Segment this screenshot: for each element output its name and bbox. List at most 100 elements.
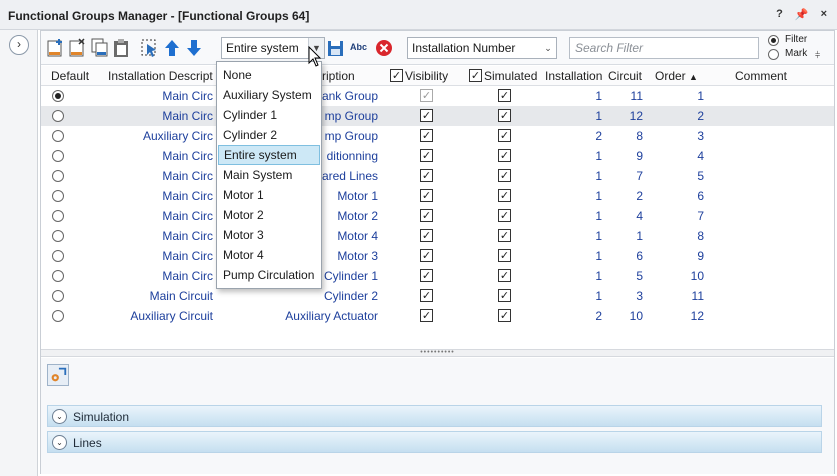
- select-icon[interactable]: [141, 38, 159, 58]
- visibility-checkbox[interactable]: ✓: [420, 269, 433, 282]
- default-radio[interactable]: [52, 190, 64, 202]
- chevron-down-icon[interactable]: ⌄: [52, 435, 67, 450]
- table-row[interactable]: Main Circ Motor 2 ✓ ✓ 1 4 7: [41, 206, 834, 226]
- visibility-checkbox[interactable]: ✓: [420, 309, 433, 322]
- visibility-checkbox[interactable]: ✓: [420, 109, 433, 122]
- search-input[interactable]: Search Filter: [569, 37, 759, 59]
- overflow-icon[interactable]: ⫩: [815, 50, 820, 61]
- expand-panel-button[interactable]: ›: [9, 35, 29, 55]
- copy-icon[interactable]: [91, 38, 109, 58]
- table-row[interactable]: Main Circ mp Group ✓ ✓ 1 12 2: [41, 106, 834, 126]
- col-simulated[interactable]: Simulated: [484, 69, 537, 83]
- simulated-checkbox[interactable]: ✓: [498, 109, 511, 122]
- col-order[interactable]: Order ▲: [655, 69, 698, 83]
- default-radio[interactable]: [52, 150, 64, 162]
- dropdown-option[interactable]: Motor 1: [218, 185, 320, 205]
- table-row[interactable]: Main Circ ank Group ✓ ✓ 1 11 1: [41, 86, 834, 106]
- visibility-checkbox[interactable]: ✓: [420, 129, 433, 142]
- simulated-checkbox[interactable]: ✓: [498, 249, 511, 262]
- abc-rename-button[interactable]: Abc: [350, 42, 367, 52]
- dropdown-option[interactable]: Auxiliary System: [218, 85, 320, 105]
- simulation-panel[interactable]: ⌄ Simulation: [47, 405, 822, 427]
- dropdown-option[interactable]: Pump Circulation: [218, 265, 320, 285]
- delete-group-icon[interactable]: [69, 38, 87, 58]
- dropdown-option[interactable]: Motor 2: [218, 205, 320, 225]
- move-down-icon[interactable]: [185, 38, 203, 58]
- col-circuit[interactable]: Circuit: [608, 69, 642, 83]
- default-radio[interactable]: [52, 90, 64, 102]
- move-up-icon[interactable]: [163, 38, 181, 58]
- save-icon[interactable]: [327, 38, 345, 58]
- default-radio[interactable]: [52, 310, 64, 322]
- default-radio[interactable]: [52, 130, 64, 142]
- dropdown-option[interactable]: Cylinder 1: [218, 105, 320, 125]
- help-button[interactable]: ?: [776, 8, 783, 21]
- table-row[interactable]: Main Circ Motor 4 ✓ ✓ 1 1 8: [41, 226, 834, 246]
- pin-button[interactable]: 📌: [795, 8, 809, 21]
- dropdown-option[interactable]: Motor 4: [218, 245, 320, 265]
- default-radio[interactable]: [52, 230, 64, 242]
- dropdown-option[interactable]: Cylinder 2: [218, 125, 320, 145]
- simulated-checkbox[interactable]: ✓: [498, 189, 511, 202]
- properties-area: ⌄ Simulation ⌄ Lines: [41, 358, 834, 474]
- simulated-checkbox[interactable]: ✓: [498, 289, 511, 302]
- paste-icon[interactable]: [113, 38, 131, 58]
- simulated-checkbox[interactable]: ✓: [498, 89, 511, 102]
- lines-panel[interactable]: ⌄ Lines: [47, 431, 822, 453]
- settings-icon[interactable]: [47, 364, 69, 386]
- simulated-checkbox[interactable]: ✓: [498, 129, 511, 142]
- col-comment[interactable]: Comment: [735, 69, 787, 83]
- table-row[interactable]: Auxiliary Circ mp Group ✓ ✓ 2 8 3: [41, 126, 834, 146]
- col-default[interactable]: Default: [51, 69, 89, 83]
- cancel-icon[interactable]: [375, 38, 393, 58]
- default-radio[interactable]: [52, 290, 64, 302]
- table-row[interactable]: Main Circ Motor 1 ✓ ✓ 1 2 6: [41, 186, 834, 206]
- lines-panel-label: Lines: [73, 436, 102, 450]
- visibility-checkbox[interactable]: ✓: [420, 169, 433, 182]
- mark-radio[interactable]: [768, 49, 779, 60]
- default-radio[interactable]: [52, 210, 64, 222]
- simulated-checkbox[interactable]: ✓: [498, 209, 511, 222]
- default-radio[interactable]: [52, 250, 64, 262]
- dropdown-option[interactable]: Main System: [218, 165, 320, 185]
- table-row[interactable]: Main Circ ditionning ✓ ✓ 1 9 4: [41, 146, 834, 166]
- visibility-checkbox[interactable]: ✓: [420, 229, 433, 242]
- sort-combo[interactable]: Installation Number ⌄: [407, 37, 557, 59]
- visibility-checkbox[interactable]: ✓: [420, 209, 433, 222]
- close-button[interactable]: ×: [821, 8, 827, 21]
- visibility-checkbox[interactable]: ✓: [420, 149, 433, 162]
- simulated-checkbox[interactable]: ✓: [498, 269, 511, 282]
- col-visibility[interactable]: Visibility: [405, 69, 448, 83]
- chevron-down-icon[interactable]: ⌄: [52, 409, 67, 424]
- table-row[interactable]: Main Circuit Cylinder 2 ✓ ✓ 1 3 11: [41, 286, 834, 306]
- new-group-icon[interactable]: [47, 38, 65, 58]
- table-row[interactable]: Auxiliary Circuit Auxiliary Actuator ✓ ✓ 2 10…: [41, 306, 834, 326]
- simulated-checkbox[interactable]: ✓: [498, 169, 511, 182]
- col-installation[interactable]: Installation: [545, 69, 602, 83]
- table-row[interactable]: Main Circ Motor 3 ✓ ✓ 1 6 9: [41, 246, 834, 266]
- col-description[interactable]: ription: [322, 69, 355, 83]
- visibility-checkbox[interactable]: ✓: [420, 189, 433, 202]
- dropdown-option[interactable]: Entire system: [218, 145, 320, 165]
- filter-radio[interactable]: [768, 35, 779, 46]
- dropdown-option[interactable]: Motor 3: [218, 225, 320, 245]
- default-radio[interactable]: [52, 110, 64, 122]
- installation-cell: 1: [595, 149, 602, 163]
- visibility-checkbox[interactable]: ✓: [420, 289, 433, 302]
- splitter[interactable]: ••••••••••: [41, 349, 834, 357]
- visibility-checkbox[interactable]: ✓: [420, 249, 433, 262]
- simulated-checkbox[interactable]: ✓: [498, 229, 511, 242]
- default-radio[interactable]: [52, 170, 64, 182]
- simulated-checkbox[interactable]: ✓: [498, 149, 511, 162]
- table-row[interactable]: Main Circ Cylinder 1 ✓ ✓ 1 5 10: [41, 266, 834, 286]
- simulated-checkbox[interactable]: ✓: [498, 309, 511, 322]
- default-radio[interactable]: [52, 270, 64, 282]
- col-installation-description[interactable]: Installation Descript: [108, 69, 216, 83]
- table-row[interactable]: Main Circ ared Lines ✓ ✓ 1 7 5: [41, 166, 834, 186]
- chevron-down-icon[interactable]: ⌄: [540, 38, 556, 58]
- dropdown-option[interactable]: None: [218, 65, 320, 85]
- simulated-header-checkbox[interactable]: ✓: [469, 69, 482, 82]
- installation-description-cell: Main Circ: [162, 269, 213, 283]
- visibility-header-checkbox[interactable]: ✓: [390, 69, 403, 82]
- visibility-checkbox[interactable]: ✓: [420, 89, 433, 102]
